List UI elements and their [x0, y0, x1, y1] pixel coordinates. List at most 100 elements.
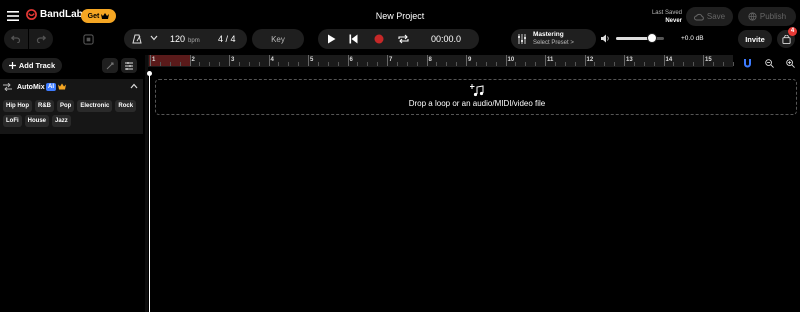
play-icon[interactable]: [327, 34, 336, 44]
genre-chip[interactable]: Electronic: [77, 100, 113, 112]
save-button[interactable]: Save: [686, 7, 733, 26]
ruler-beat-tick: [367, 62, 369, 66]
genre-chip[interactable]: Jazz: [52, 115, 71, 127]
track-layout-button[interactable]: [121, 58, 137, 73]
mastering-subtitle: Select Preset >: [533, 40, 574, 46]
invite-button[interactable]: Invite: [738, 30, 772, 48]
track-tools-button[interactable]: [102, 58, 118, 73]
genre-chip[interactable]: Pop: [57, 100, 75, 112]
genre-chip[interactable]: LoFi: [3, 115, 22, 127]
genre-chip[interactable]: R&B: [35, 100, 54, 112]
ruler-bar-tick: [150, 55, 151, 66]
ruler-beat-tick: [377, 62, 379, 66]
project-title[interactable]: New Project: [360, 11, 440, 21]
automix-collapse-chevron-icon[interactable]: [130, 83, 138, 89]
automix-shuffle-icon: [3, 83, 12, 91]
project-settings-button[interactable]: [78, 29, 98, 49]
ruler-beat-tick: [337, 62, 339, 66]
genre-row-1: Hip Hop R&B Pop Electronic Rock: [3, 100, 137, 112]
record-icon[interactable]: [374, 34, 384, 44]
ruler-beat-tick: [199, 62, 201, 66]
globe-icon: [748, 12, 757, 21]
ruler-beat-tick: [298, 62, 300, 66]
master-volume-slider[interactable]: [616, 33, 664, 43]
skip-to-start-icon[interactable]: [349, 34, 358, 44]
mastering-title: Mastering: [533, 31, 564, 38]
ruler-bar-number: 2: [191, 57, 195, 63]
time-signature[interactable]: 4 / 4: [218, 34, 236, 44]
get-membership-button[interactable]: Get: [81, 9, 116, 23]
menu-icon[interactable]: [6, 10, 20, 22]
last-saved-label: Last Saved: [651, 10, 682, 16]
ruler-bar-number: 15: [705, 57, 712, 63]
ruler-beat-tick: [554, 62, 556, 66]
ruler-beat-tick: [693, 62, 695, 66]
ruler-bar-tick: [387, 55, 388, 66]
ruler-bar-number: 8: [428, 57, 432, 63]
timeline-ruler[interactable]: 1 2 3 4 5 6 7 8 9 10 11 12 13 14 15: [148, 55, 734, 67]
automix-crown-icon: [58, 83, 66, 90]
ruler-beat-tick: [317, 62, 319, 66]
key-button[interactable]: Key: [252, 29, 304, 49]
publish-label: Publish: [759, 12, 787, 21]
ruler-beat-tick: [446, 62, 448, 66]
playhead-handle[interactable]: [147, 71, 152, 76]
tempo-unit: bpm: [188, 38, 200, 44]
add-track-label: Add Track: [18, 61, 56, 70]
tempo-field[interactable]: 120 bpm: [170, 34, 200, 44]
ruler-bar-number: 12: [586, 57, 594, 63]
ruler-beat-tick: [209, 62, 211, 66]
ruler-beat-tick: [722, 62, 724, 66]
loop-icon[interactable]: [398, 34, 409, 44]
redo-button[interactable]: [29, 29, 53, 49]
ruler-beat-tick: [456, 62, 458, 66]
publish-button[interactable]: Publish: [738, 7, 796, 26]
zoom-out-button[interactable]: [761, 56, 777, 70]
ruler-beat-tick: [396, 62, 398, 66]
genre-chip[interactable]: Rock: [115, 100, 137, 112]
metronome-dropdown-chevron-icon[interactable]: [150, 35, 158, 41]
ruler-beat-tick: [238, 62, 240, 66]
ruler-bar-tick: [308, 55, 309, 66]
genre-chip[interactable]: Hip Hop: [3, 100, 32, 112]
zoom-in-button[interactable]: [782, 56, 798, 70]
panel-divider[interactable]: [145, 55, 148, 312]
bandlab-logo[interactable]: BandLab: [26, 9, 83, 20]
automix-panel: AutoMix AI Hip Hop R&B Pop Electronic Rock L…: [0, 79, 143, 134]
drop-zone-text: Drop a loop or an audio/MIDI/video file: [408, 99, 546, 108]
ruler-beat-tick: [219, 62, 221, 66]
ruler-beat-tick: [594, 62, 596, 66]
metronome-icon[interactable]: [132, 34, 142, 44]
ruler-beat-tick: [485, 62, 487, 66]
drop-zone[interactable]: Drop a loop or an audio/MIDI/video file: [155, 79, 797, 115]
ruler-beat-tick: [436, 62, 438, 66]
ruler-bar-number: 4: [270, 57, 274, 63]
ruler-beat-tick: [564, 62, 566, 66]
ruler-beat-tick: [495, 62, 497, 66]
ruler-bar-tick: [229, 55, 230, 66]
ruler-beat-tick: [406, 62, 408, 66]
ruler-bar-number: 3: [231, 57, 235, 63]
undo-button[interactable]: [4, 29, 28, 49]
ruler-bar-number: 9: [468, 57, 472, 63]
volume-slider-thumb[interactable]: [647, 33, 657, 43]
master-volume-db: +0.0 dB: [681, 35, 704, 42]
snap-magnet-button[interactable]: [739, 56, 755, 70]
ruler-beat-tick: [653, 62, 655, 66]
ruler-bar-tick: [663, 55, 665, 66]
volume-speaker-icon[interactable]: [601, 34, 610, 43]
mastering-button[interactable]: Mastering Select Preset >: [511, 29, 596, 49]
last-saved: Last Saved Never: [640, 9, 682, 25]
genre-row-2: LoFi House Jazz: [3, 115, 71, 127]
ruler-beat-tick: [416, 62, 418, 66]
ruler-beat-tick: [327, 62, 329, 66]
ruler-beat-tick: [475, 62, 477, 66]
ruler-bar-tick: [466, 55, 467, 66]
ruler-beat-tick: [258, 62, 260, 66]
ruler-beat-tick: [574, 62, 576, 66]
add-track-button[interactable]: Add Track: [2, 58, 62, 73]
ruler-beat-tick: [683, 62, 685, 66]
key-label: Key: [271, 34, 285, 44]
playhead[interactable]: [149, 72, 150, 312]
genre-chip[interactable]: House: [24, 115, 50, 127]
